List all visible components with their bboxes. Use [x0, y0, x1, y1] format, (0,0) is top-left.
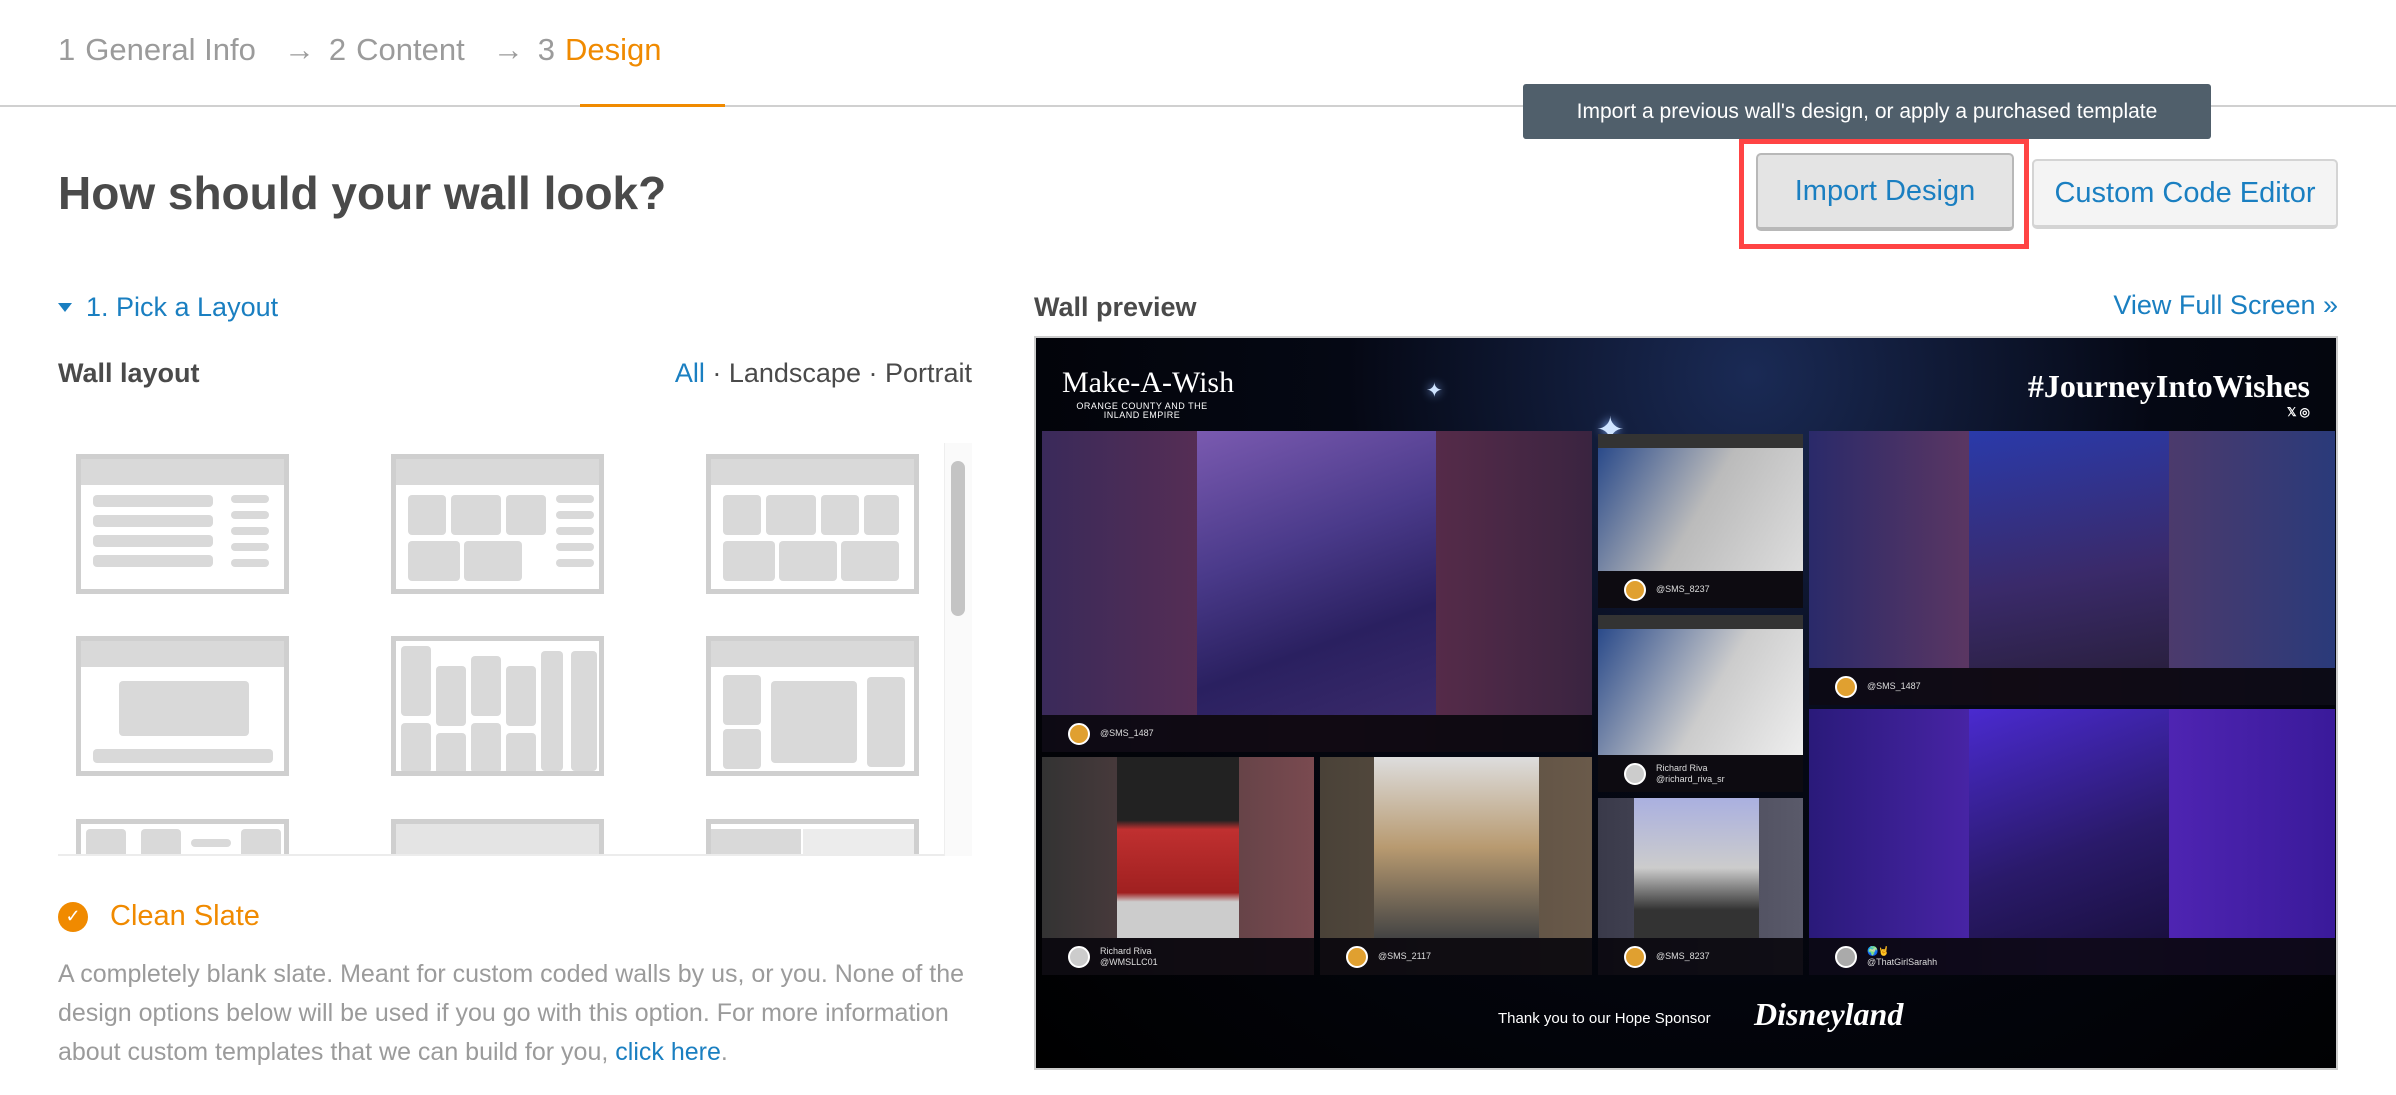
- post-handle: @richard_riva_sr: [1656, 773, 1725, 784]
- post-tile[interactable]: @SMS_2117: [1320, 757, 1592, 975]
- sparkle-icon: ✦: [1426, 380, 1443, 402]
- layout-thumb[interactable]: [76, 454, 289, 594]
- step-1[interactable]: 1 General Info: [58, 32, 270, 68]
- layout-thumb[interactable]: [76, 819, 289, 854]
- wall-preview: ✦ ✦ Make-A-Wish ORANGE COUNTY AND THE INL…: [1034, 336, 2338, 1070]
- view-full-screen-link[interactable]: View Full Screen »: [2113, 290, 2338, 321]
- step-number: 3: [537, 32, 555, 67]
- arrow-icon: →: [492, 32, 524, 67]
- post-tile[interactable]: @SMS_1487: [1809, 431, 2335, 705]
- disneyland-logo: Disneyland: [1754, 996, 1904, 1032]
- wizard-steps: 1 General Info → 2 Content → 3 Design: [58, 32, 689, 68]
- social-icons: 𝕏 ◎: [2286, 405, 2310, 419]
- post-handle: @ThatGirlSarahh: [1867, 956, 1938, 967]
- make-a-wish-logo: Make-A-Wish ORANGE COUNTY AND THE INLAND …: [1062, 366, 1235, 420]
- active-step-underline: [580, 104, 725, 107]
- layout-thumb[interactable]: [706, 454, 919, 594]
- avatar: [1624, 578, 1646, 601]
- post-name: Richard Riva: [1100, 945, 1152, 956]
- period: .: [720, 1038, 728, 1066]
- caret-down-icon: [58, 303, 72, 312]
- step-label-active: Design: [564, 32, 662, 67]
- scrollbar-thumb[interactable]: [951, 461, 965, 616]
- sponsor-text: Thank you to our Hope Sponsor: [1498, 1010, 1711, 1027]
- check-circle-icon: ✓: [58, 901, 88, 932]
- post-tile[interactable]: 🌍🤘 @ThatGirlSarahh: [1809, 709, 2335, 975]
- avatar: [1835, 675, 1857, 698]
- selected-layout: ✓ Clean Slate: [58, 900, 260, 933]
- post-handle: @SMS_1487: [1100, 728, 1154, 738]
- tooltip: Import a previous wall's design, or appl…: [1523, 84, 2211, 139]
- description-text: A completely blank slate. Meant for cust…: [58, 960, 965, 1066]
- step-3[interactable]: 3 Design: [538, 32, 676, 68]
- layout-thumb[interactable]: [391, 636, 604, 776]
- post-handle: @SMS_2117: [1378, 951, 1431, 961]
- section-label: 1. Pick a Layout: [86, 292, 279, 322]
- step-2[interactable]: 2 Content: [329, 32, 479, 68]
- separator: ·: [860, 358, 885, 388]
- layout-thumb[interactable]: [706, 636, 919, 776]
- layout-filters: All · Landscape · Portrait: [675, 358, 972, 389]
- layout-grid: [58, 443, 972, 856]
- avatar: [1835, 945, 1857, 968]
- post-name: 🌍🤘: [1867, 945, 1890, 956]
- custom-code-editor-button[interactable]: Custom Code Editor: [2032, 159, 2338, 229]
- post-tile[interactable]: @SMS_8237: [1598, 798, 1803, 975]
- avatar: [1068, 722, 1090, 745]
- post-handle: @SMS_8237: [1656, 951, 1710, 961]
- pick-layout-toggle[interactable]: 1. Pick a Layout: [58, 292, 278, 323]
- hashtag: #JourneyIntoWishes 𝕏 ◎: [2027, 368, 2310, 419]
- selected-layout-name: Clean Slate: [110, 900, 260, 932]
- avatar: [1346, 945, 1368, 968]
- post-name: Richard Riva: [1656, 762, 1708, 773]
- layout-thumb[interactable]: [706, 819, 919, 854]
- post-handle: @SMS_8237: [1656, 584, 1710, 594]
- page-title: How should your wall look?: [58, 167, 667, 219]
- wall-layout-label: Wall layout: [58, 358, 200, 388]
- layout-thumb[interactable]: [391, 454, 604, 594]
- post-tile[interactable]: @SMS_1487: [1042, 431, 1592, 752]
- filter-all[interactable]: All: [675, 358, 705, 388]
- step-label: Content: [356, 32, 465, 67]
- filter-portrait[interactable]: Portrait: [885, 358, 972, 388]
- filter-landscape[interactable]: Landscape: [729, 358, 861, 388]
- import-design-button[interactable]: Import Design: [1756, 153, 2014, 231]
- post-tile[interactable]: Richard Riva @WMSLLC01: [1042, 757, 1314, 975]
- layout-thumb[interactable]: [391, 819, 604, 854]
- post-handle: @WMSLLC01: [1100, 956, 1158, 967]
- layout-description: A completely blank slate. Meant for cust…: [58, 955, 988, 1072]
- separator: ·: [704, 358, 729, 388]
- avatar: [1624, 945, 1646, 968]
- post-tile[interactable]: Richard Riva @richard_riva_sr: [1598, 615, 1803, 792]
- post-handle: @SMS_1487: [1867, 681, 1921, 691]
- wall-preview-label: Wall preview: [1034, 292, 1197, 322]
- avatar: [1624, 762, 1646, 785]
- step-number: 2: [328, 32, 347, 67]
- avatar: [1068, 945, 1090, 968]
- layout-thumb[interactable]: [76, 636, 289, 776]
- post-tile[interactable]: @SMS_8237: [1598, 434, 1803, 608]
- step-label: General Info: [85, 32, 256, 67]
- click-here-link[interactable]: click here: [615, 1038, 721, 1066]
- step-number: 1: [58, 32, 76, 67]
- arrow-icon: →: [283, 32, 315, 67]
